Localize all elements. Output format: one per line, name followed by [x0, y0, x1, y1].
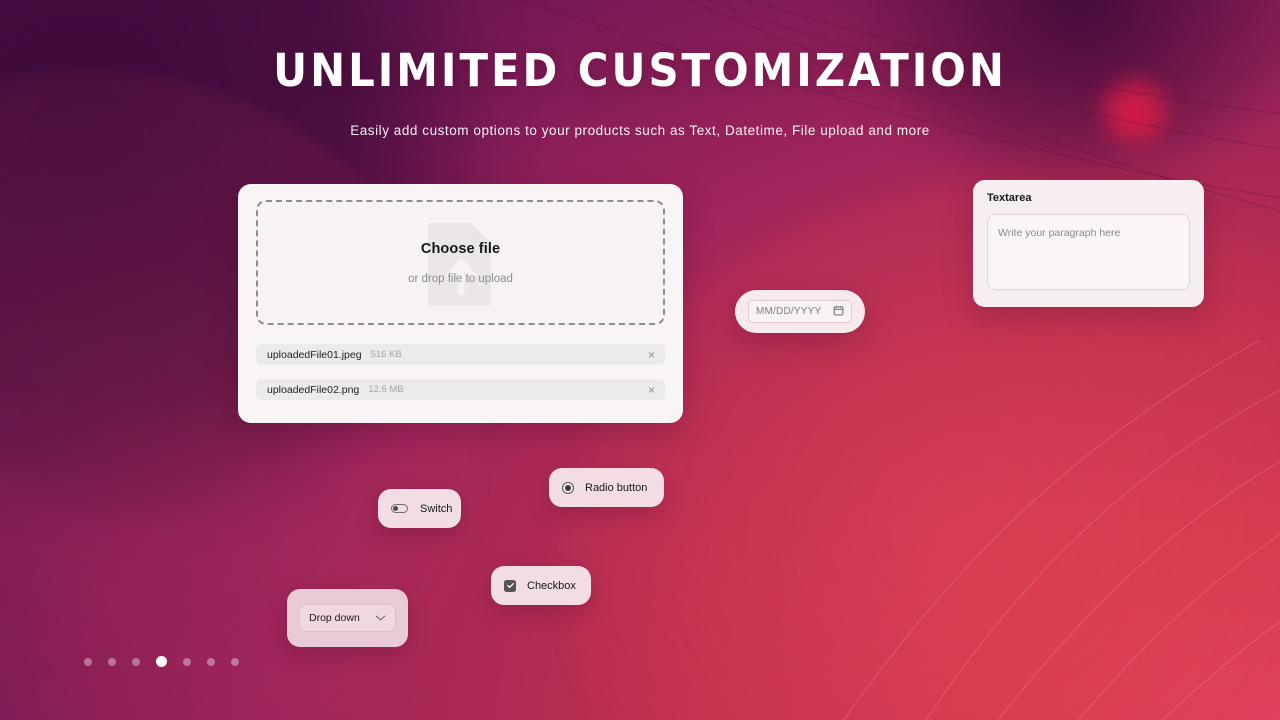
pagination-dot[interactable]: [207, 657, 215, 666]
radio-button-fill: [565, 484, 571, 491]
switch-card[interactable]: Switch: [378, 489, 461, 528]
pagination-dot[interactable]: [132, 657, 140, 666]
choose-file-label[interactable]: Choose file: [421, 241, 500, 257]
file-dropzone[interactable]: Choose file or drop file to upload: [256, 200, 665, 325]
file-upload-card: Choose file or drop file to upload uploa…: [238, 184, 683, 423]
radio-button-card[interactable]: Radio button: [549, 468, 664, 507]
uploaded-file-size: 516 KB: [370, 349, 402, 360]
dropdown-select[interactable]: Drop down: [299, 604, 396, 632]
checkbox-card[interactable]: Checkbox: [491, 566, 591, 605]
textarea-input[interactable]: Write your paragraph here: [987, 214, 1190, 290]
file-upload-icon: [427, 222, 491, 306]
pagination-dot[interactable]: [231, 657, 239, 666]
header: UNLIMITED CUSTOMIZATION Easily add custo…: [0, 0, 1280, 138]
switch-toggle[interactable]: [391, 504, 408, 513]
dropdown-card: Drop down: [287, 589, 408, 647]
switch-knob: [393, 506, 398, 511]
uploaded-file-name: uploadedFile01.jpeg: [267, 348, 362, 361]
uploaded-file-size: 12.6 MB: [368, 384, 404, 395]
calendar-icon[interactable]: [833, 303, 844, 321]
date-input-placeholder: MM/DD/YYYY: [756, 306, 822, 317]
remove-file-icon[interactable]: ×: [646, 349, 657, 361]
radio-button-icon[interactable]: [562, 481, 574, 494]
textarea-label: Textarea: [987, 192, 1032, 204]
radio-button-label: Radio button: [585, 481, 648, 494]
pagination-dot[interactable]: [183, 657, 191, 666]
pagination-dot-active[interactable]: [156, 656, 167, 667]
check-icon: [506, 583, 514, 589]
page-subtitle: Easily add custom options to your produc…: [350, 122, 930, 138]
pagination-dots: [84, 656, 239, 667]
dropdown-value: Drop down: [309, 612, 360, 624]
uploaded-file-row: uploadedFile02.png 12.6 MB ×: [256, 379, 665, 400]
uploaded-file-name: uploadedFile02.png: [267, 383, 360, 396]
checkbox-icon[interactable]: [504, 579, 516, 592]
pagination-dot[interactable]: [108, 657, 116, 666]
textarea-placeholder: Write your paragraph here: [998, 227, 1121, 239]
date-input-card: MM/DD/YYYY: [735, 290, 865, 333]
checkbox-label: Checkbox: [527, 579, 576, 592]
switch-label: Switch: [420, 502, 453, 515]
uploaded-file-list: uploadedFile01.jpeg 516 KB × uploadedFile02…: [256, 344, 665, 400]
textarea-card: Textarea Write your paragraph here: [973, 180, 1204, 307]
page-title: UNLIMITED CUSTOMIZATION: [273, 44, 1007, 97]
chevron-down-icon[interactable]: [375, 614, 386, 622]
drop-file-hint: or drop file to upload: [408, 272, 513, 285]
uploaded-file-row: uploadedFile01.jpeg 516 KB ×: [256, 344, 665, 365]
date-input[interactable]: MM/DD/YYYY: [748, 300, 852, 323]
pagination-dot[interactable]: [84, 657, 92, 666]
remove-file-icon[interactable]: ×: [646, 384, 657, 396]
